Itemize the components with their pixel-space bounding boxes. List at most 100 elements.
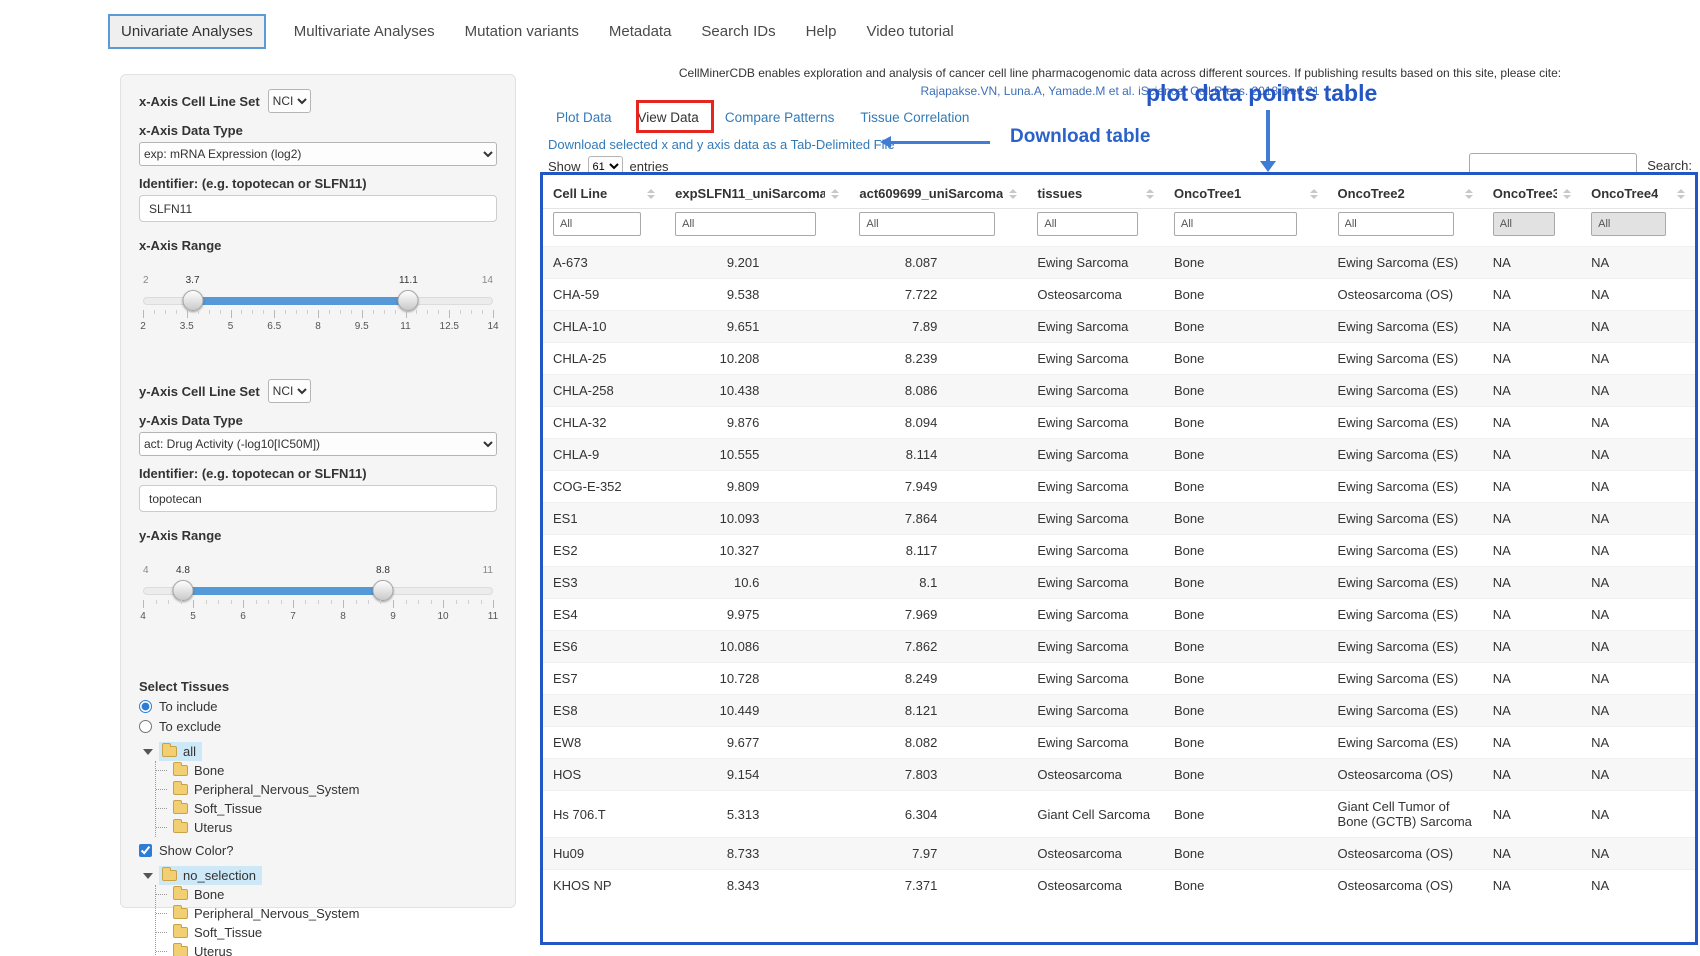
- filter-input-oncotree1[interactable]: [1174, 212, 1297, 236]
- plot-table-arrow-icon: [1266, 110, 1270, 162]
- to-include-radio[interactable]: [139, 700, 152, 713]
- table-row-es1[interactable]: ES110.0937.864Ewing SarcomaBoneEwing Sar…: [543, 503, 1695, 535]
- to-include-option[interactable]: To include: [139, 699, 497, 714]
- column-header-oncotree3[interactable]: OncoTree3: [1483, 175, 1581, 209]
- show-color-checkbox[interactable]: [139, 844, 152, 857]
- column-header-oncotree4[interactable]: OncoTree4: [1581, 175, 1695, 209]
- to-exclude-option[interactable]: To exclude: [139, 719, 497, 734]
- nav-tab-univariate-analyses[interactable]: Univariate Analyses: [108, 14, 266, 49]
- slider-from-label: 4.8: [176, 565, 190, 576]
- table-row-chla-25[interactable]: CHLA-2510.2088.239Ewing SarcomaBoneEwing…: [543, 343, 1695, 375]
- table-cell: 7.969: [849, 599, 1027, 631]
- nav-tab-metadata[interactable]: Metadata: [607, 15, 674, 48]
- tree-root-no-selection[interactable]: no_selection: [143, 866, 497, 885]
- table-cell: 7.722: [849, 279, 1027, 311]
- sort-icon[interactable]: [1563, 189, 1571, 199]
- tree-item-soft-tissue[interactable]: Soft_Tissue: [156, 799, 497, 818]
- sort-icon[interactable]: [831, 189, 839, 199]
- table-cell: Bone: [1164, 311, 1328, 343]
- column-header-cell-line[interactable]: Cell Line: [543, 175, 665, 209]
- x-range-slider[interactable]: 2 14 3.7 11.1 23.556.589.51112.514: [143, 277, 493, 339]
- table-row-es8[interactable]: ES810.4498.121Ewing SarcomaBoneEwing Sar…: [543, 695, 1695, 727]
- slider-handle-from[interactable]: [173, 580, 194, 601]
- x-cell-line-set-select[interactable]: NCI: [268, 89, 311, 113]
- table-row-es4[interactable]: ES49.9757.969Ewing SarcomaBoneEwing Sarc…: [543, 599, 1695, 631]
- table-row-a-673[interactable]: A-6739.2018.087Ewing SarcomaBoneEwing Sa…: [543, 247, 1695, 279]
- tab-plot-data[interactable]: Plot Data: [556, 110, 612, 125]
- y-identifier-input[interactable]: [139, 485, 497, 512]
- tree-item-uterus[interactable]: Uterus: [156, 942, 497, 956]
- sort-icon[interactable]: [1677, 189, 1685, 199]
- sort-icon[interactable]: [1009, 189, 1017, 199]
- filter-input-oncotree2[interactable]: [1338, 212, 1454, 236]
- table-row-chla-258[interactable]: CHLA-25810.4388.086Ewing SarcomaBoneEwin…: [543, 375, 1695, 407]
- table-row-es6[interactable]: ES610.0867.862Ewing SarcomaBoneEwing Sar…: [543, 631, 1695, 663]
- table-cell: Bone: [1164, 343, 1328, 375]
- tree-item-uterus[interactable]: Uterus: [156, 818, 497, 837]
- table-row-khos-np[interactable]: KHOS NP8.3437.371OsteosarcomaBoneOsteosa…: [543, 870, 1695, 902]
- table-cell: 7.862: [849, 631, 1027, 663]
- tab-compare-patterns[interactable]: Compare Patterns: [725, 110, 835, 125]
- table-cell: NA: [1581, 759, 1695, 791]
- page: Univariate Analyses Multivariate Analyses…: [0, 0, 1700, 956]
- table-row-cog-e-352[interactable]: COG-E-3529.8097.949Ewing SarcomaBoneEwin…: [543, 471, 1695, 503]
- nav-tab-mutation-variants[interactable]: Mutation variants: [463, 15, 581, 48]
- tree-item-peripheral-nervous-system[interactable]: Peripheral_Nervous_System: [156, 904, 497, 923]
- table-cell: Bone: [1164, 791, 1328, 838]
- slider-to-label: 11.1: [399, 275, 418, 286]
- column-header-tissues[interactable]: tissues: [1027, 175, 1164, 209]
- table-row-chla-9[interactable]: CHLA-910.5558.114Ewing SarcomaBoneEwing …: [543, 439, 1695, 471]
- table-row-es2[interactable]: ES210.3278.117Ewing SarcomaBoneEwing Sar…: [543, 535, 1695, 567]
- table-cell: Ewing Sarcoma (ES): [1328, 407, 1483, 439]
- slider-handle-from[interactable]: [182, 290, 203, 311]
- citation-link[interactable]: Rajapakse.VN, Luna.A, Yamade.M et al. iS…: [545, 84, 1695, 98]
- column-header-oncotree1[interactable]: OncoTree1: [1164, 175, 1328, 209]
- download-link[interactable]: Download selected x and y axis data as a…: [548, 137, 895, 152]
- tree-item-peripheral-nervous-system[interactable]: Peripheral_Nervous_System: [156, 780, 497, 799]
- show-color-option[interactable]: Show Color?: [139, 843, 497, 858]
- tree-item-bone[interactable]: Bone: [156, 885, 497, 904]
- filter-input-act609699-unisarcoma[interactable]: [859, 212, 995, 236]
- table-row-chla-32[interactable]: CHLA-329.8768.094Ewing SarcomaBoneEwing …: [543, 407, 1695, 439]
- table-cell: NA: [1581, 247, 1695, 279]
- filter-input-expslfn11-unisarcoma[interactable]: [675, 212, 816, 236]
- y-range-slider[interactable]: 4 11 4.8 8.8 4567891011: [143, 567, 493, 629]
- slider-handle-to[interactable]: [398, 290, 419, 311]
- tree-item-bone[interactable]: Bone: [156, 761, 497, 780]
- nav-tab-video-tutorial[interactable]: Video tutorial: [864, 15, 955, 48]
- y-cell-line-set-select[interactable]: NCI: [268, 379, 311, 403]
- y-data-type-select[interactable]: act: Drug Activity (-log10[IC50M]): [139, 432, 497, 456]
- table-row-es3[interactable]: ES310.68.1Ewing SarcomaBoneEwing Sarcoma…: [543, 567, 1695, 599]
- table-row-hu09[interactable]: Hu098.7337.97OsteosarcomaBoneOsteosarcom…: [543, 838, 1695, 870]
- filter-input-oncotree4[interactable]: [1591, 212, 1666, 236]
- nav-tab-help[interactable]: Help: [804, 15, 839, 48]
- table-cell: ES3: [543, 567, 665, 599]
- to-exclude-radio[interactable]: [139, 720, 152, 733]
- caret-down-icon[interactable]: [143, 873, 153, 879]
- x-identifier-input[interactable]: [139, 195, 497, 222]
- column-header-expslfn11-unisarcoma[interactable]: expSLFN11_uniSarcoma: [665, 175, 849, 209]
- sort-icon[interactable]: [1146, 189, 1154, 199]
- table-row-hs-706-t[interactable]: Hs 706.T5.3136.304Giant Cell SarcomaBone…: [543, 791, 1695, 838]
- sort-icon[interactable]: [1310, 189, 1318, 199]
- table-row-ew8[interactable]: EW89.6778.082Ewing SarcomaBoneEwing Sarc…: [543, 727, 1695, 759]
- tree-root-all[interactable]: all: [143, 742, 497, 761]
- slider-handle-to[interactable]: [373, 580, 394, 601]
- nav-tab-search-ids[interactable]: Search IDs: [699, 15, 777, 48]
- tree-item-soft-tissue[interactable]: Soft_Tissue: [156, 923, 497, 942]
- table-row-chla-10[interactable]: CHLA-109.6517.89Ewing SarcomaBoneEwing S…: [543, 311, 1695, 343]
- table-row-hos[interactable]: HOS9.1547.803OsteosarcomaBoneOsteosarcom…: [543, 759, 1695, 791]
- filter-input-oncotree3[interactable]: [1493, 212, 1556, 236]
- sort-icon[interactable]: [647, 189, 655, 199]
- sort-icon[interactable]: [1465, 189, 1473, 199]
- filter-input-cell-line[interactable]: [553, 212, 641, 236]
- tab-tissue-correlation[interactable]: Tissue Correlation: [860, 110, 969, 125]
- filter-input-tissues[interactable]: [1037, 212, 1137, 236]
- table-row-cha-59[interactable]: CHA-599.5387.722OsteosarcomaBoneOsteosar…: [543, 279, 1695, 311]
- x-data-type-select[interactable]: exp: mRNA Expression (log2): [139, 142, 497, 166]
- column-header-oncotree2[interactable]: OncoTree2: [1328, 175, 1483, 209]
- column-header-act609699-unisarcoma[interactable]: act609699_uniSarcoma: [849, 175, 1027, 209]
- nav-tab-multivariate-analyses[interactable]: Multivariate Analyses: [292, 15, 437, 48]
- caret-down-icon[interactable]: [143, 749, 153, 755]
- table-row-es7[interactable]: ES710.7288.249Ewing SarcomaBoneEwing Sar…: [543, 663, 1695, 695]
